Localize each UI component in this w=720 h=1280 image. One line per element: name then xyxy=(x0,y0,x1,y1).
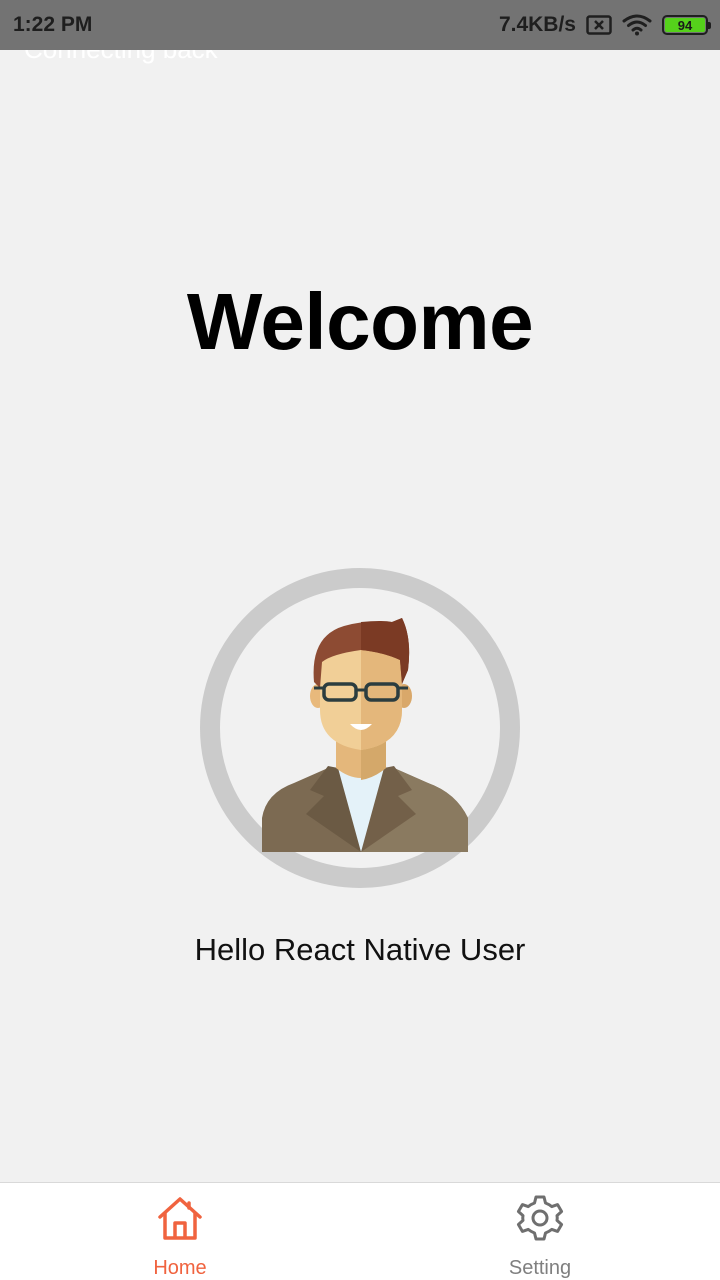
status-time: 1:22 PM xyxy=(13,13,93,36)
network-speed: 7.4KB/s xyxy=(498,13,576,36)
user-avatar-icon xyxy=(262,618,468,852)
status-indicators: 7.4KB/s 94 xyxy=(498,13,711,37)
status-bar: 1:22 PM 7.4KB/s 94 xyxy=(0,0,720,50)
tab-home-label: Home xyxy=(153,1257,207,1279)
gear-icon xyxy=(515,1193,565,1243)
tab-home[interactable]: Home xyxy=(0,1183,360,1280)
welcome-title: Welcome xyxy=(186,277,534,366)
app-screen: Connecting back 1:22 PM 7.4KB/s xyxy=(0,0,720,1280)
bottom-tab-bar: Home Setting xyxy=(0,1182,720,1280)
wifi-icon xyxy=(622,14,652,36)
battery-level: 94 xyxy=(665,18,705,33)
battery-icon: 94 xyxy=(662,15,711,35)
greeting-text: Hello React Native User xyxy=(194,932,526,967)
sim-blocked-icon xyxy=(586,15,612,35)
home-icon xyxy=(155,1193,205,1243)
tab-setting-label: Setting xyxy=(508,1257,572,1279)
tab-setting[interactable]: Setting xyxy=(360,1183,720,1280)
